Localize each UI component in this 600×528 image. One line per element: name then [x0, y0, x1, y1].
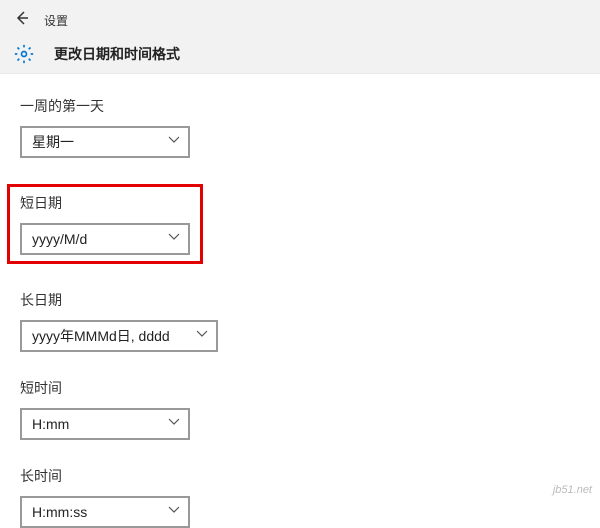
short-time-value: H:mm: [32, 416, 69, 432]
long-time-label: 长时间: [20, 466, 580, 486]
long-date-label: 长日期: [20, 290, 580, 310]
short-date-label: 短日期: [20, 193, 190, 213]
page-title: 更改日期和时间格式: [54, 44, 180, 64]
short-time-label: 短时间: [20, 378, 580, 398]
long-time-dropdown[interactable]: H:mm:ss: [20, 496, 190, 528]
short-date-dropdown[interactable]: yyyy/M/d: [20, 223, 190, 255]
app-title: 设置: [44, 12, 68, 29]
highlight-box: 短日期 yyyy/M/d: [7, 184, 203, 264]
long-date-dropdown[interactable]: yyyy年MMMd日, dddd: [20, 320, 218, 352]
first-day-of-week-field: 一周的第一天 星期一: [20, 96, 580, 158]
long-time-field: 长时间 H:mm:ss: [20, 466, 580, 528]
short-date-field: 短日期 yyyy/M/d: [20, 184, 580, 264]
first-day-of-week-value: 星期一: [32, 132, 74, 152]
chevron-down-icon: [168, 506, 180, 518]
short-time-field: 短时间 H:mm: [20, 378, 580, 440]
first-day-of-week-dropdown[interactable]: 星期一: [20, 126, 190, 158]
gear-icon: [14, 44, 34, 64]
header-bar: 设置 更改日期和时间格式: [0, 0, 600, 74]
long-date-value: yyyy年MMMd日, dddd: [32, 326, 170, 346]
first-day-of-week-label: 一周的第一天: [20, 96, 580, 116]
chevron-down-icon: [168, 136, 180, 148]
watermark: jb51.net: [553, 484, 592, 496]
chevron-down-icon: [196, 330, 208, 342]
short-date-value: yyyy/M/d: [32, 231, 87, 247]
long-date-field: 长日期 yyyy年MMMd日, dddd: [20, 290, 580, 352]
chevron-down-icon: [168, 418, 180, 430]
back-arrow-icon: [14, 10, 30, 31]
chevron-down-icon: [168, 233, 180, 245]
long-time-value: H:mm:ss: [32, 504, 87, 520]
short-time-dropdown[interactable]: H:mm: [20, 408, 190, 440]
content-area: 一周的第一天 星期一 短日期 yyyy/M/d 长日期 yyyy年MMMd日, …: [0, 74, 600, 528]
back-button[interactable]: [0, 6, 44, 34]
